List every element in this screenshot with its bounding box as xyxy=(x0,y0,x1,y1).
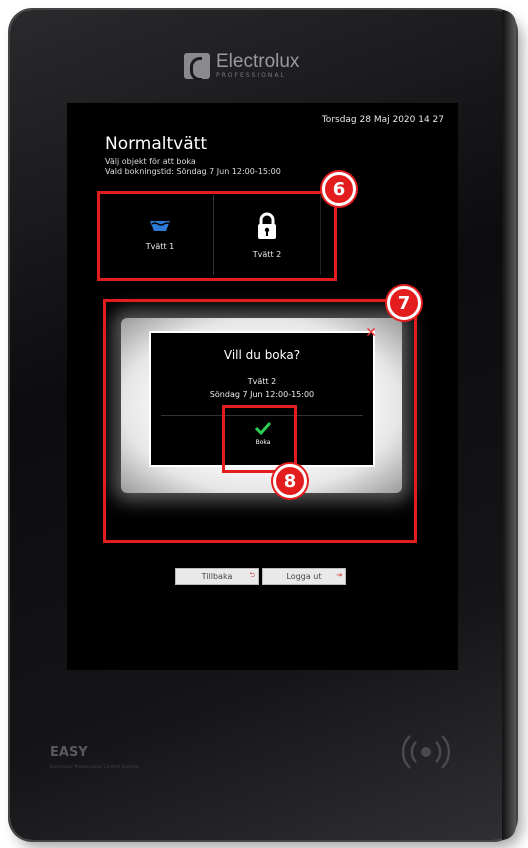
logout-icon: ⇥ xyxy=(336,571,342,579)
step-marker-6: 6 xyxy=(322,172,356,206)
brand-tagline: PROFESSIONAL xyxy=(216,72,286,79)
product-name: EASY xyxy=(50,745,88,760)
step-marker-7: 7 xyxy=(387,286,421,320)
back-label: Tillbaka xyxy=(201,572,233,581)
page-instruction: Välj objekt för att boka xyxy=(105,157,196,166)
logout-button[interactable]: Logga ut ⇥ xyxy=(262,568,346,585)
electrolux-logo-icon xyxy=(184,52,210,81)
highlight-box-confirm xyxy=(222,405,297,473)
bottom-navigation: Tillbaka ⮌ Logga ut ⇥ xyxy=(175,568,346,585)
logout-label: Logga ut xyxy=(286,572,322,581)
brand-logo: Electrolux PROFESSIONAL xyxy=(184,51,300,81)
highlight-box-objects xyxy=(97,191,337,281)
touch-screen: Torsdag 28 Maj 2020 14 27 Normaltvätt Vä… xyxy=(67,103,458,670)
brand-name: Electrolux xyxy=(216,51,300,72)
step-marker-8: 8 xyxy=(273,464,307,498)
back-arrow-icon: ⮌ xyxy=(249,571,255,579)
selected-booking-time: Vald bokningstid: Söndag 7 Jun 12:00-15:… xyxy=(105,167,281,176)
page-title: Normaltvätt xyxy=(105,134,207,154)
device-edge xyxy=(502,10,516,840)
product-subtitle: Electrolux Professional Control System xyxy=(50,764,139,769)
nfc-reader-icon[interactable] xyxy=(398,720,458,780)
back-button[interactable]: Tillbaka ⮌ xyxy=(175,568,259,585)
datetime-display: Torsdag 28 Maj 2020 14 27 xyxy=(321,115,444,125)
